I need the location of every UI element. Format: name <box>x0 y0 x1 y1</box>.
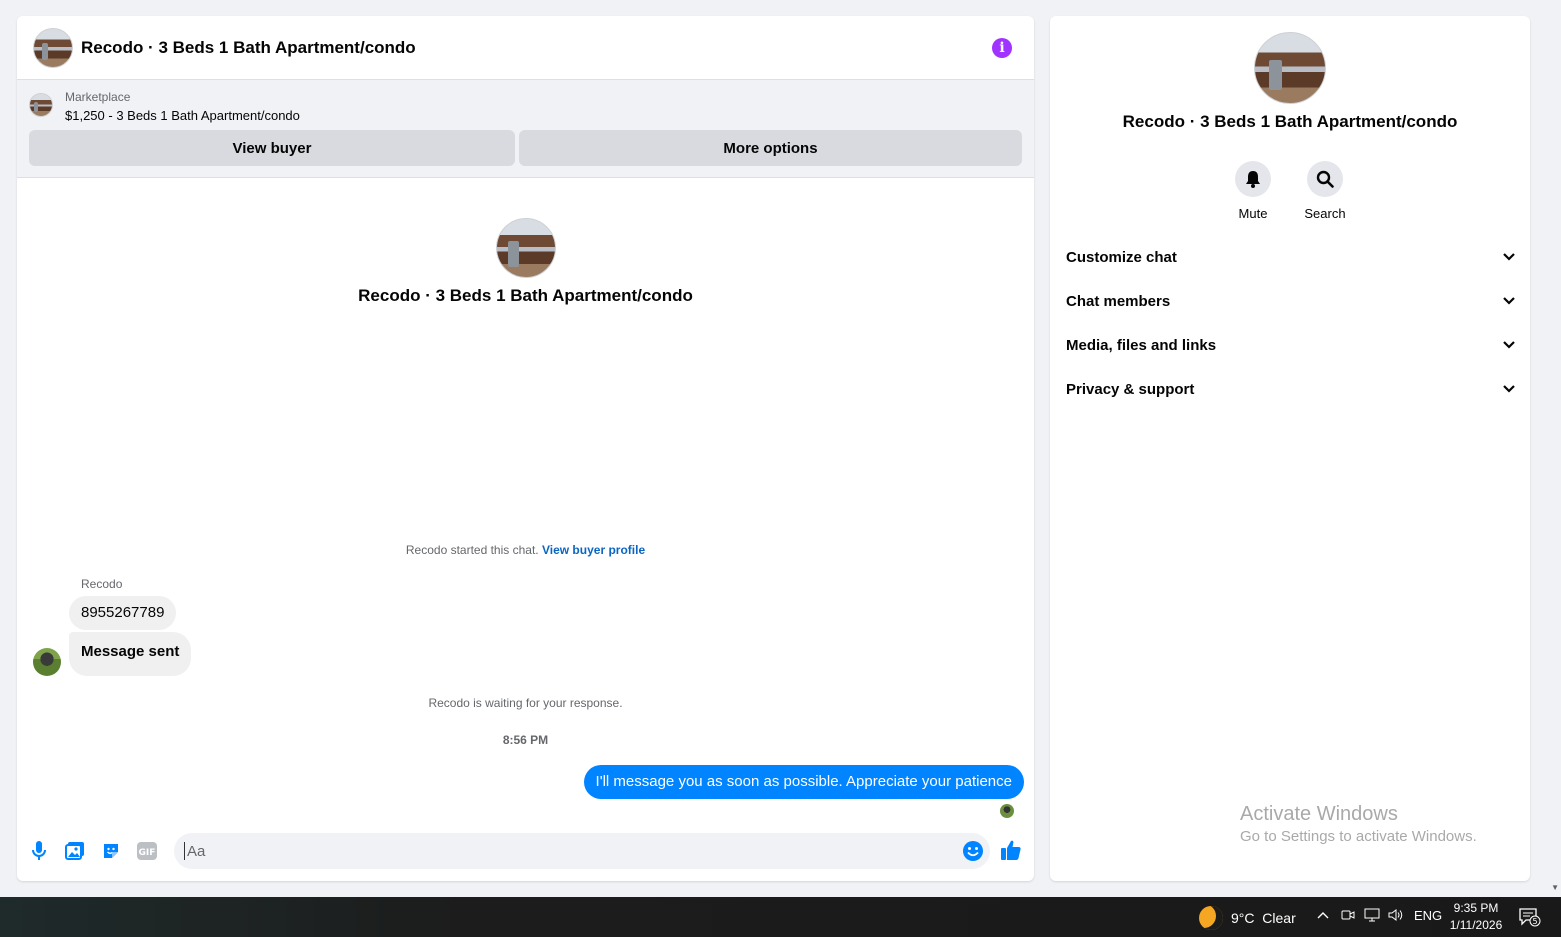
incoming-message[interactable]: 8955267789 <box>69 596 177 630</box>
section-label: Media, files and links <box>1066 336 1217 354</box>
view-buyer-button[interactable]: View buyer <box>29 130 515 166</box>
clock[interactable]: 9:35 PM 1/11/2026 <box>1440 900 1512 934</box>
chat-header: Recodo · 3 Beds 1 Bath Apartment/condo i <box>17 16 1034 80</box>
listing-avatar[interactable] <box>33 27 73 68</box>
language-indicator[interactable]: ENG <box>1414 908 1442 923</box>
activate-windows-watermark: Activate Windows Go to Settings to activ… <box>1240 803 1477 845</box>
media-files-links-section[interactable]: Media, files and links <box>1066 330 1516 360</box>
notification-icon[interactable]: 5 <box>1518 907 1541 927</box>
bell-icon[interactable] <box>1235 161 1271 197</box>
more-options-button[interactable]: More options <box>519 130 1022 166</box>
sticker-icon[interactable] <box>101 841 121 861</box>
notification-count: 5 <box>1532 917 1537 926</box>
scroll-down-arrow-icon[interactable]: ▼ <box>1551 883 1559 892</box>
waiting-notice: Recodo is waiting for your response. <box>428 696 623 710</box>
chevron-down-icon <box>1503 297 1515 305</box>
mute-button[interactable]: Mute <box>1218 161 1288 221</box>
details-avatar[interactable] <box>1254 32 1326 104</box>
mute-label: Mute <box>1238 206 1268 221</box>
photo-icon[interactable] <box>65 841 85 861</box>
chevron-up-icon[interactable] <box>1316 908 1330 923</box>
chevron-down-icon <box>1503 385 1515 393</box>
read-receipt-avatar <box>1000 804 1014 818</box>
clock-date: 1/11/2026 <box>1449 918 1503 932</box>
search-label: Search <box>1304 206 1346 221</box>
chat-members-section[interactable]: Chat members <box>1066 286 1516 316</box>
clock-time: 9:35 PM <box>1453 901 1499 915</box>
marketplace-banner: Marketplace $1,250 - 3 Beds 1 Bath Apart… <box>17 80 1034 178</box>
message-timestamp: 8:56 PM <box>502 733 549 747</box>
intro-avatar[interactable] <box>495 218 556 278</box>
privacy-support-section[interactable]: Privacy & support <box>1066 374 1516 404</box>
weather-text: 9°C Clear <box>1231 910 1296 926</box>
composer: GIF <box>17 829 1034 873</box>
moon-icon <box>1199 906 1223 930</box>
weather-widget[interactable]: 9°C Clear <box>1199 906 1296 930</box>
chat-started-notice: Recodo started this chat. View buyer pro… <box>17 543 1034 557</box>
search-icon[interactable] <box>1307 161 1343 197</box>
taskbar: 9°C Clear ENG 9:35 PM 1/11/2026 5 <box>0 897 1561 937</box>
message-input[interactable] <box>184 842 944 860</box>
chat-intro: Recodo · 3 Beds 1 Bath Apartment/condo <box>17 218 1034 306</box>
message-input-wrapper <box>174 833 990 869</box>
watermark-subtitle: Go to Settings to activate Windows. <box>1240 828 1477 845</box>
chat-details-panel: Recodo · 3 Beds 1 Bath Apartment/condo M… <box>1050 16 1530 881</box>
view-buyer-profile-link[interactable]: View buyer profile <box>542 543 645 557</box>
info-icon[interactable]: i <box>992 38 1012 58</box>
intro-title: Recodo · 3 Beds 1 Bath Apartment/condo <box>358 286 693 305</box>
network-icon[interactable] <box>1364 908 1380 925</box>
customize-chat-section[interactable]: Customize chat <box>1066 242 1516 272</box>
outgoing-message[interactable]: I'll message you as soon as possible. Ap… <box>583 765 1024 799</box>
chat-started-text: Recodo started this chat. <box>405 543 539 557</box>
watermark-title: Activate Windows <box>1240 803 1398 825</box>
sender-avatar[interactable] <box>33 648 61 676</box>
svg-text:GIF: GIF <box>139 848 156 858</box>
chevron-down-icon <box>1503 253 1515 261</box>
listing-price-title[interactable]: $1,250 - 3 Beds 1 Bath Apartment/condo <box>65 108 300 123</box>
microphone-icon[interactable] <box>29 841 49 861</box>
gif-icon[interactable]: GIF <box>137 841 157 861</box>
chat-title[interactable]: Recodo · 3 Beds 1 Bath Apartment/condo <box>81 38 416 58</box>
section-label: Privacy & support <box>1066 380 1195 398</box>
search-button[interactable]: Search <box>1290 161 1360 221</box>
chat-panel: Recodo · 3 Beds 1 Bath Apartment/condo i… <box>17 16 1034 881</box>
thumbs-up-icon[interactable] <box>1000 839 1024 863</box>
chevron-down-icon <box>1503 341 1515 349</box>
sender-name: Recodo <box>81 577 123 591</box>
volume-icon[interactable] <box>1388 908 1404 925</box>
marketplace-label: Marketplace <box>65 90 131 104</box>
marketplace-listing-thumbnail[interactable] <box>29 93 53 117</box>
meet-icon[interactable] <box>1341 908 1355 925</box>
incoming-message[interactable]: Message sent <box>69 632 192 676</box>
emoji-icon[interactable] <box>962 840 984 862</box>
section-label: Customize chat <box>1066 248 1177 266</box>
details-title: Recodo · 3 Beds 1 Bath Apartment/condo <box>1122 112 1458 131</box>
section-label: Chat members <box>1066 292 1171 310</box>
